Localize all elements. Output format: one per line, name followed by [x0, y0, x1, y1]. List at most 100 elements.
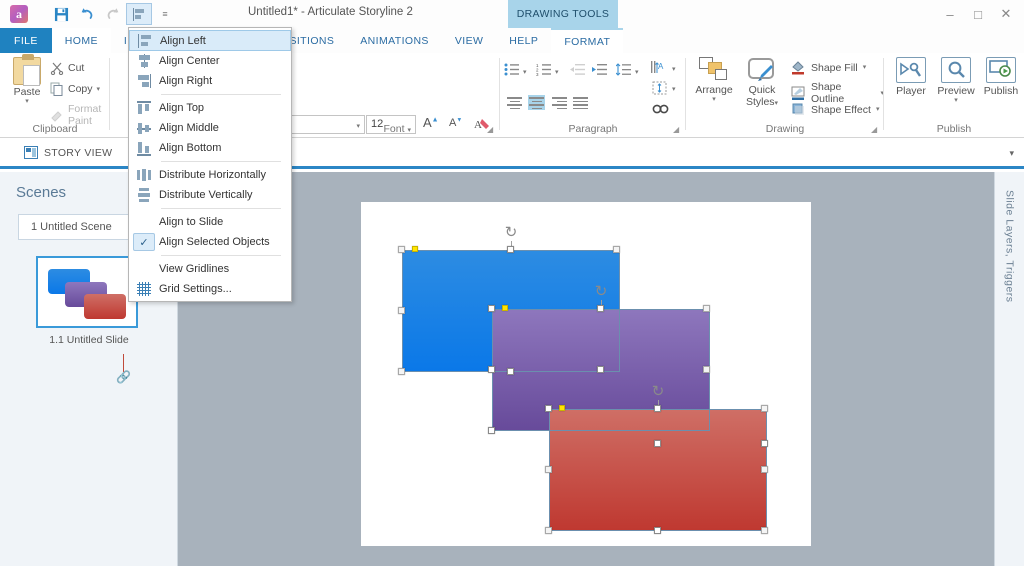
menu-item-distribute-horizontally[interactable]: Distribute Horizontally	[129, 165, 291, 185]
red-handle-tr[interactable]	[761, 405, 768, 412]
menu-item-align-left[interactable]: Align Left	[129, 30, 291, 51]
menu-item-view-gridlines[interactable]: View Gridlines	[129, 259, 291, 279]
cut-button[interactable]: Cut	[50, 61, 84, 76]
red-adjust-handle[interactable]	[559, 405, 565, 411]
red-handle-tl[interactable]	[545, 405, 552, 412]
maximize-button[interactable]: □	[964, 0, 992, 28]
blue-handle-ml[interactable]	[398, 307, 405, 314]
purple-handle-ml[interactable]	[488, 366, 495, 373]
menu-item-align-top[interactable]: Align Top	[129, 98, 291, 118]
red-handle-bl[interactable]	[545, 527, 552, 534]
menu-item-align-to-slide[interactable]: Align to Slide	[129, 212, 291, 232]
tab-view[interactable]: VIEW	[442, 28, 496, 53]
save-button[interactable]	[48, 3, 74, 25]
align-button[interactable]	[126, 3, 152, 25]
red-handle-ml[interactable]	[545, 466, 552, 473]
purple-adjust-handle[interactable]	[502, 305, 508, 311]
close-button[interactable]: ✕	[992, 0, 1020, 28]
paste-dropdown-caret[interactable]: ▾	[6, 98, 48, 105]
bullets-button[interactable]	[504, 63, 520, 79]
menu-item-grid-settings[interactable]: Grid Settings...	[129, 279, 291, 299]
arrange-caret[interactable]: ▾	[690, 96, 738, 103]
window-title: Untitled1* - Articulate Storyline 2	[248, 6, 413, 18]
decrease-indent-button[interactable]	[570, 63, 586, 79]
menu-item-distribute-vertically[interactable]: Distribute Vertically	[129, 185, 291, 205]
bullets-caret[interactable]: ▾	[523, 69, 527, 76]
tab-help[interactable]: HELP	[496, 28, 551, 53]
line-spacing-button[interactable]	[615, 63, 632, 79]
tab-file[interactable]: FILE	[0, 28, 52, 53]
align-center-paragraph-button[interactable]	[528, 95, 545, 110]
tab-home[interactable]: HOME	[51, 28, 111, 53]
red-handle-tc[interactable]	[654, 405, 661, 412]
quick-styles-button[interactable]: Quick Styles▾	[738, 57, 786, 108]
copy-dropdown-caret[interactable]: ▾	[97, 86, 101, 93]
purple-handle-bc2[interactable]	[597, 366, 604, 373]
red-handle-mc1[interactable]	[654, 440, 661, 447]
publish-button[interactable]: Publish	[978, 57, 1024, 97]
align-text-button[interactable]	[652, 81, 668, 98]
line-spacing-caret[interactable]: ▾	[635, 69, 639, 76]
app-menu-button[interactable]: a	[6, 3, 32, 25]
red-rotate-handle[interactable]: ↻	[651, 384, 665, 400]
numbering-caret[interactable]: ▾	[555, 69, 559, 76]
link-icon[interactable]: 🔗	[115, 371, 132, 383]
redo-button[interactable]	[100, 3, 126, 25]
align-right-paragraph-button[interactable]	[550, 95, 567, 110]
menu-item-align-middle[interactable]: Align Middle	[129, 118, 291, 138]
menu-item-align-bottom[interactable]: Align Bottom	[129, 138, 291, 158]
purple-rotate-handle[interactable]: ↻	[594, 284, 608, 300]
blue-adjust-handle[interactable]	[412, 246, 418, 252]
red-handle-br[interactable]	[761, 527, 768, 534]
menu-item-align-selected-objects[interactable]: ✓ Align Selected Objects	[129, 232, 291, 252]
menu-label-grid-settings: Grid Settings...	[159, 283, 232, 295]
shape-fill-button[interactable]: Shape Fill ▾	[790, 60, 866, 75]
align-left-paragraph-button[interactable]	[506, 95, 523, 110]
paste-button[interactable]: Paste ▾	[6, 54, 48, 105]
player-button[interactable]: Player	[888, 57, 934, 97]
find-button[interactable]	[652, 102, 669, 119]
blue-handle-tc[interactable]	[507, 246, 514, 253]
slide-layers-panel[interactable]: Slide Layers, Triggers	[994, 172, 1024, 566]
undo-button[interactable]	[74, 3, 100, 25]
purple-handle-tc[interactable]	[597, 305, 604, 312]
story-view-button[interactable]: STORY VIEW	[24, 146, 112, 159]
blue-handle-tl[interactable]	[398, 246, 405, 253]
red-handle-bc[interactable]	[654, 527, 661, 534]
collapse-ribbon-button[interactable]: ▾	[1009, 148, 1014, 159]
align-text-caret[interactable]: ▾	[672, 86, 676, 93]
preview-caret[interactable]: ▾	[933, 97, 979, 104]
shape-effect-caret[interactable]: ▾	[876, 106, 880, 113]
blue-rotate-handle[interactable]: ↻	[504, 225, 518, 241]
red-handle-mc2[interactable]	[761, 440, 768, 447]
find-icon	[652, 104, 669, 114]
purple-handle-bl[interactable]	[488, 427, 495, 434]
justify-paragraph-button[interactable]	[572, 95, 589, 110]
red-handle-mr[interactable]	[761, 466, 768, 473]
paragraph-dialog-launcher[interactable]: ◢	[673, 125, 682, 134]
increase-indent-button[interactable]	[592, 63, 608, 79]
tab-animations[interactable]: ANIMATIONS	[347, 28, 442, 53]
purple-handle-tr[interactable]	[703, 305, 710, 312]
drawing-dialog-launcher[interactable]: ◢	[871, 125, 880, 134]
font-dialog-launcher[interactable]: ◢	[487, 125, 496, 134]
menu-item-align-right[interactable]: Align Right	[129, 71, 291, 91]
quick-styles-caret[interactable]: ▾	[775, 100, 779, 107]
slide-thumbnail[interactable]	[36, 256, 138, 328]
blue-handle-tr[interactable]	[613, 246, 620, 253]
purple-handle-mr[interactable]	[703, 366, 710, 373]
arrange-button[interactable]: Arrange ▾	[690, 57, 738, 103]
text-direction-button[interactable]: A	[650, 60, 668, 77]
shape-effect-button[interactable]: Shape Effect ▾	[790, 102, 879, 117]
menu-item-align-center[interactable]: Align Center	[129, 51, 291, 71]
numbering-button[interactable]: 123	[536, 63, 552, 79]
shape-fill-caret[interactable]: ▾	[863, 64, 867, 71]
purple-handle-tl[interactable]	[488, 305, 495, 312]
preview-button[interactable]: Preview ▾	[933, 57, 979, 104]
text-direction-caret[interactable]: ▾	[672, 66, 676, 73]
minimize-button[interactable]: –	[936, 0, 964, 28]
copy-button[interactable]: Copy ▾	[50, 82, 100, 96]
blue-handle-bl[interactable]	[398, 368, 405, 375]
tab-format[interactable]: FORMAT	[551, 28, 624, 53]
customize-qat-button[interactable]: ≡	[152, 3, 178, 25]
